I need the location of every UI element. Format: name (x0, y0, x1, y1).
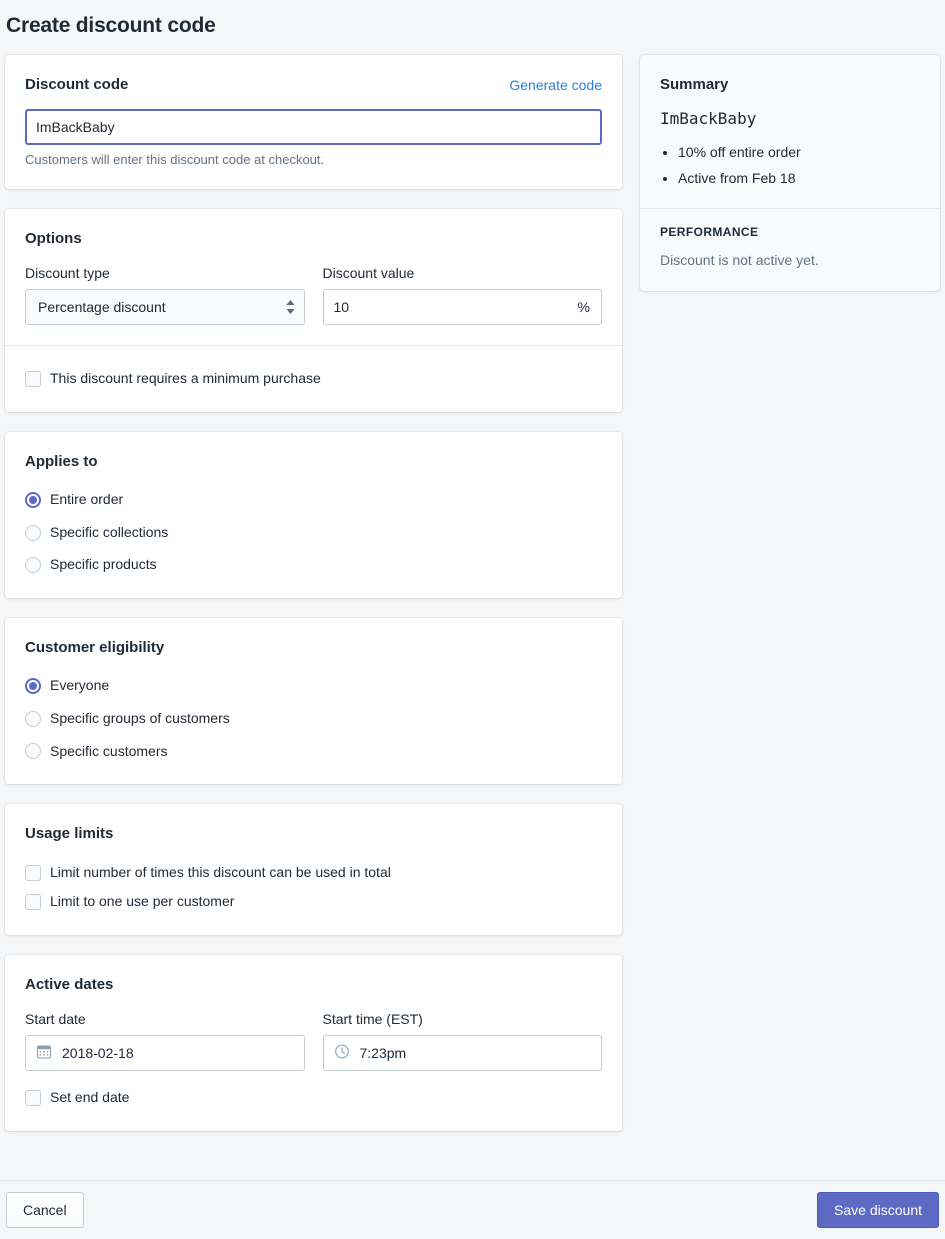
usage-limits-checkbox-group: Limit number of times this discount can … (25, 860, 602, 915)
radio-icon[interactable] (25, 491, 41, 508)
start-time-field: Start time (EST) (322, 1010, 602, 1072)
discount-type-label: Discount type (25, 265, 110, 282)
options-card: Options Discount type Percentage discoun… (5, 208, 622, 412)
summary-discount-code: ImBackBaby (660, 108, 757, 128)
start-time-input-wrap (322, 1035, 602, 1072)
customer-eligibility-option-specific-groups[interactable]: Specific groups of customers (25, 706, 602, 732)
start-time-input[interactable] (322, 1035, 602, 1072)
discount-value-label: Discount value (322, 265, 415, 282)
start-date-label: Start date (25, 1011, 86, 1028)
minimum-purchase-label: This discount requires a minimum purchas… (50, 370, 321, 387)
list-item: 10% off entire order (678, 142, 920, 162)
applies-to-option-label: Specific products (50, 556, 157, 573)
applies-to-option-specific-collections[interactable]: Specific collections (25, 520, 602, 546)
discount-type-select-wrap: Percentage discount (25, 289, 305, 326)
usage-limit-per-customer-label: Limit to one use per customer (50, 893, 235, 910)
summary-heading: Summary (660, 76, 729, 94)
set-end-date-choice[interactable]: Set end date (25, 1085, 602, 1111)
start-date-field: Start date (25, 1010, 305, 1072)
page-title: Create discount code (6, 14, 216, 37)
discount-code-heading-row: Discount code Generate code (25, 75, 602, 95)
active-dates-field-row: Start date 2018-02-18 Start time (EST) 7… (25, 1010, 602, 1072)
summary-card: Summary ImBackBaby 10% off entire order … (640, 55, 940, 291)
usage-limit-total-checkbox[interactable] (25, 864, 41, 881)
applies-to-option-label: Specific collections (50, 523, 169, 540)
radio-icon[interactable] (25, 678, 41, 695)
applies-to-option-label: Entire order (50, 491, 124, 508)
performance-section: PERFORMANCE Discount is not active yet. (640, 208, 940, 291)
usage-limits-heading: Usage limits (25, 825, 114, 843)
customer-eligibility-option-specific-customers[interactable]: Specific customers (25, 739, 602, 765)
active-dates-section: Active dates Start date 2018-02-18 Start… (5, 955, 622, 1131)
usage-limit-per-customer-choice[interactable]: Limit to one use per customer (25, 889, 602, 915)
customer-eligibility-heading: Customer eligibility (25, 638, 165, 656)
customer-eligibility-option-label: Everyone (50, 677, 110, 694)
start-date-input[interactable] (25, 1035, 305, 1072)
summary-section: Summary ImBackBaby 10% off entire order … (640, 55, 940, 208)
customer-eligibility-option-everyone[interactable]: Everyone (25, 673, 602, 699)
minimum-purchase-section: This discount requires a minimum purchas… (5, 345, 622, 412)
minimum-purchase-checkbox[interactable] (25, 370, 41, 387)
radio-icon[interactable] (25, 743, 41, 760)
discount-code-card: Discount code Generate code Customers wi… (5, 55, 622, 189)
customer-eligibility-option-label: Specific groups of customers (50, 710, 230, 727)
usage-limits-section: Usage limits Limit number of times this … (5, 804, 622, 935)
discount-type-selected-value: Percentage discount (38, 299, 166, 316)
footer-action-bar: Cancel Save discount (0, 1180, 945, 1239)
set-end-date-label: Set end date (50, 1089, 130, 1106)
customer-eligibility-radio-group: Everyone Specific groups of customers Sp… (25, 673, 602, 764)
active-dates-card: Active dates Start date 2018-02-18 Start… (5, 954, 622, 1131)
start-time-label: Start time (EST) (322, 1011, 423, 1028)
applies-to-radio-group: Entire order Specific collections Specif… (25, 487, 602, 578)
usage-limit-per-customer-checkbox[interactable] (25, 894, 41, 911)
list-item: Active from Feb 18 (678, 168, 920, 188)
discount-value-input[interactable] (322, 289, 602, 326)
set-end-date-checkbox[interactable] (25, 1089, 41, 1106)
generate-code-link[interactable]: Generate code (509, 77, 602, 93)
radio-icon[interactable] (25, 524, 41, 541)
performance-heading: PERFORMANCE (660, 225, 759, 240)
page-layout: Discount code Generate code Customers wi… (0, 39, 945, 1150)
applies-to-option-entire-order[interactable]: Entire order (25, 487, 602, 513)
discount-value-input-wrap: % (322, 289, 602, 326)
summary-bullet-list: 10% off entire order Active from Feb 18 (660, 142, 920, 189)
usage-limit-total-choice[interactable]: Limit number of times this discount can … (25, 860, 602, 886)
customer-eligibility-card: Customer eligibility Everyone Specific g… (5, 617, 622, 785)
radio-icon[interactable] (25, 557, 41, 574)
active-dates-heading: Active dates (25, 975, 114, 993)
applies-to-card: Applies to Entire order Specific collect… (5, 431, 622, 598)
customer-eligibility-option-label: Specific customers (50, 742, 168, 759)
discount-code-section: Discount code Generate code Customers wi… (5, 55, 622, 189)
save-discount-button[interactable]: Save discount (817, 1192, 939, 1228)
options-heading: Options (25, 229, 82, 247)
options-section: Options Discount type Percentage discoun… (5, 209, 622, 345)
discount-code-input[interactable] (25, 108, 602, 145)
applies-to-heading: Applies to (25, 452, 98, 470)
discount-type-field: Discount type Percentage discount (25, 264, 305, 326)
applies-to-section: Applies to Entire order Specific collect… (5, 432, 622, 598)
applies-to-option-specific-products[interactable]: Specific products (25, 552, 602, 578)
main-column: Discount code Generate code Customers wi… (5, 55, 622, 1150)
radio-icon[interactable] (25, 710, 41, 727)
customer-eligibility-section: Customer eligibility Everyone Specific g… (5, 618, 622, 784)
options-field-row: Discount type Percentage discount Discou… (25, 264, 602, 326)
performance-text: Discount is not active yet. (660, 252, 819, 269)
discount-value-field: Discount value % (322, 264, 602, 326)
discount-type-select[interactable]: Percentage discount (25, 289, 305, 326)
discount-code-heading: Discount code (25, 76, 129, 94)
usage-limits-card: Usage limits Limit number of times this … (5, 804, 622, 935)
cancel-button[interactable]: Cancel (6, 1192, 84, 1228)
minimum-purchase-choice[interactable]: This discount requires a minimum purchas… (25, 366, 602, 392)
start-date-input-wrap (25, 1035, 305, 1072)
summary-column: Summary ImBackBaby 10% off entire order … (640, 55, 940, 291)
usage-limit-total-label: Limit number of times this discount can … (50, 863, 391, 880)
discount-code-help-text: Customers will enter this discount code … (25, 151, 325, 167)
